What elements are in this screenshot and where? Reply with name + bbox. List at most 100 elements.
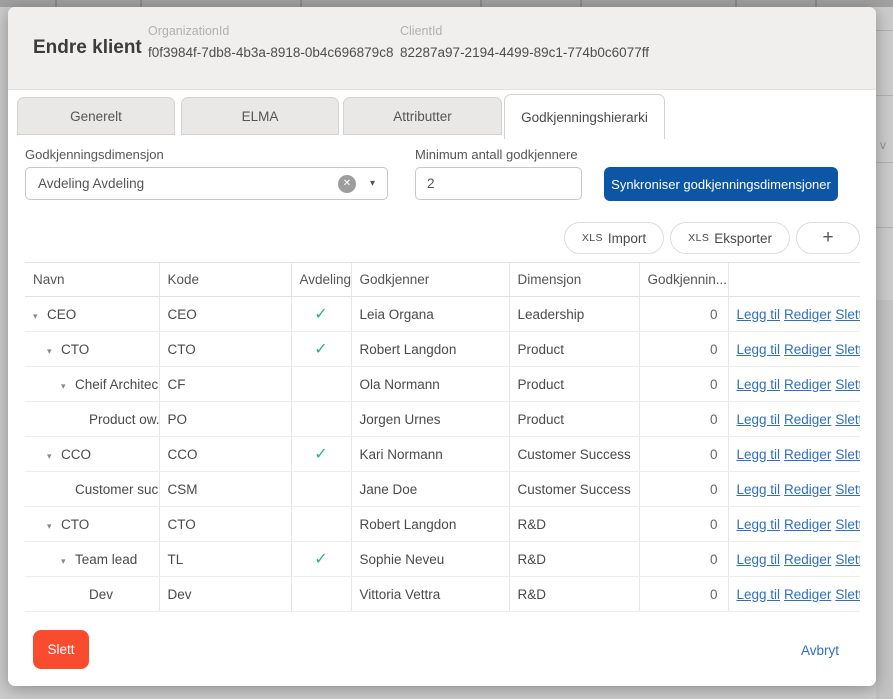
slett-link[interactable]: Slett	[835, 447, 860, 462]
approver-cell: Robert Langdon	[351, 506, 510, 542]
backdrop-row-line	[876, 162, 893, 163]
legg-til-link[interactable]: Legg til	[737, 307, 781, 322]
rediger-link[interactable]: Rediger	[784, 342, 831, 357]
sync-dimensions-button[interactable]: Synkroniser godkjenningsdimensjoner	[604, 167, 838, 201]
cancel-link[interactable]: Avbryt	[801, 643, 839, 658]
approver-cell: Jorgen Urnes	[351, 401, 510, 437]
actions-cell: Legg til Rediger Slett	[728, 366, 860, 402]
legg-til-link[interactable]: Legg til	[737, 517, 781, 532]
code-cell: Dev	[159, 576, 292, 612]
min-approvers-input[interactable]	[415, 167, 582, 200]
department-check-cell	[291, 401, 352, 437]
check-icon: ✓	[314, 446, 328, 463]
department-check-cell: ✓	[291, 331, 352, 367]
rediger-link[interactable]: Rediger	[784, 587, 831, 602]
actions-cell: Legg til Rediger Slett	[728, 331, 860, 367]
dimension-cell: Customer Success	[509, 436, 640, 472]
delete-button[interactable]: Slett	[33, 630, 89, 669]
rediger-link[interactable]: Rediger	[784, 517, 831, 532]
slett-link[interactable]: Slett	[835, 552, 860, 567]
clear-icon[interactable]: ✕	[337, 174, 356, 193]
legg-til-link[interactable]: Legg til	[737, 412, 781, 427]
rediger-link[interactable]: Rediger	[784, 482, 831, 497]
table-toolbar: XLS Import XLS Eksporter +	[563, 222, 860, 254]
table-row: ▾ CTO CTO ✓ Robert Langdon Product 0 Legg…	[25, 331, 860, 367]
slett-link[interactable]: Slett	[835, 412, 860, 427]
xls-export-button[interactable]: XLS Eksporter	[670, 222, 790, 254]
expand-caret-icon[interactable]: ▾	[61, 381, 75, 392]
actions-cell: Legg til Rediger Slett	[728, 401, 860, 437]
rediger-link[interactable]: Rediger	[784, 307, 831, 322]
code-cell: TL	[159, 541, 292, 577]
dimension-select[interactable]: Avdeling Avdeling ✕ ▾	[25, 167, 388, 200]
legg-til-link[interactable]: Legg til	[737, 377, 781, 392]
department-check-cell	[291, 366, 352, 402]
expand-caret-icon[interactable]: ▾	[33, 311, 47, 322]
table-header-row: Navn Kode Avdelings... Godkjenner Dimens…	[25, 262, 860, 297]
modal-header: Endre klient OrganizationId f0f3984f-7db…	[8, 7, 876, 90]
slett-link[interactable]: Slett	[835, 517, 860, 532]
name-cell: ▾Product ow...	[25, 401, 160, 437]
expand-caret-icon[interactable]: ▾	[61, 556, 75, 567]
organization-id-value: f0f3984f-7db8-4b3a-8918-0b4c696879c8	[148, 45, 394, 60]
approver-cell: Sophie Neveu	[351, 541, 510, 577]
name-cell: ▾Customer suc...	[25, 471, 160, 507]
code-cell: CTO	[159, 506, 292, 542]
xls-import-button[interactable]: XLS Import	[563, 222, 665, 254]
xls-import-label: Import	[607, 230, 647, 246]
expand-caret-icon[interactable]: ▾	[47, 451, 61, 462]
legg-til-link[interactable]: Legg til	[737, 587, 781, 602]
node-name: Cheif Architec...	[75, 376, 159, 392]
rediger-link[interactable]: Rediger	[784, 552, 831, 567]
name-cell: ▾ CCO	[25, 436, 160, 472]
node-name: Product ow...	[89, 411, 158, 427]
add-row-button[interactable]: +	[796, 222, 860, 254]
expand-caret-icon[interactable]: ▾	[47, 521, 61, 532]
approver-cell: Vittoria Vettra	[351, 576, 510, 612]
rediger-link[interactable]: Rediger	[784, 412, 831, 427]
count-cell: 0	[639, 401, 729, 437]
tab-generelt[interactable]: Generelt	[17, 97, 175, 135]
slett-link[interactable]: Slett	[835, 587, 860, 602]
dimension-select-label: Godkjenningsdimensjon	[25, 147, 164, 162]
approver-cell: Jane Doe	[351, 471, 510, 507]
code-cell: CF	[159, 366, 292, 402]
rediger-link[interactable]: Rediger	[784, 447, 831, 462]
slett-link[interactable]: Slett	[835, 342, 860, 357]
approver-cell: Kari Normann	[351, 436, 510, 472]
page-title: Endre klient	[33, 37, 142, 58]
legg-til-link[interactable]: Legg til	[737, 447, 781, 462]
client-id-field: ClientId 82287a97-2194-4499-89c1-774b0c6…	[400, 24, 649, 60]
slett-link[interactable]: Slett	[835, 307, 860, 322]
count-cell: 0	[639, 436, 729, 472]
tab-attributter[interactable]: Attributter	[343, 97, 502, 135]
rediger-link[interactable]: Rediger	[784, 377, 831, 392]
slett-link[interactable]: Slett	[835, 482, 860, 497]
column-header-avdelings: Avdelings...	[291, 262, 352, 297]
node-name: Customer suc...	[75, 481, 159, 497]
slett-link[interactable]: Slett	[835, 377, 860, 392]
column-header-godkjenner: Godkjenner	[351, 262, 510, 297]
tab-godkjenningshierarki[interactable]: Godkjenningshierarki	[504, 94, 665, 139]
legg-til-link[interactable]: Legg til	[737, 342, 781, 357]
name-cell: ▾ CEO	[25, 296, 160, 332]
expand-caret-icon[interactable]: ▾	[47, 346, 61, 357]
actions-cell: Legg til Rediger Slett	[728, 576, 860, 612]
department-check-cell	[291, 506, 352, 542]
tab-elma[interactable]: ELMA	[181, 97, 339, 135]
client-id-label: ClientId	[400, 24, 443, 38]
column-header-kode: Kode	[159, 262, 292, 297]
backdrop-row-line	[876, 30, 893, 31]
check-icon: ✓	[314, 306, 328, 323]
legg-til-link[interactable]: Legg til	[737, 482, 781, 497]
actions-cell: Legg til Rediger Slett	[728, 436, 860, 472]
code-cell: CTO	[159, 331, 292, 367]
name-cell: ▾ CTO	[25, 331, 160, 367]
node-name: CTO	[61, 516, 90, 532]
name-cell: ▾Cheif Architec...	[25, 366, 160, 402]
chevron-down-icon[interactable]: ▾	[370, 178, 375, 189]
legg-til-link[interactable]: Legg til	[737, 552, 781, 567]
min-approvers-label: Minimum antall godkjennere	[415, 147, 578, 162]
approver-cell: Leia Organa	[351, 296, 510, 332]
table-row: ▾ Team lead TL ✓ Sophie Neveu R&D 0 Legg …	[25, 541, 860, 577]
